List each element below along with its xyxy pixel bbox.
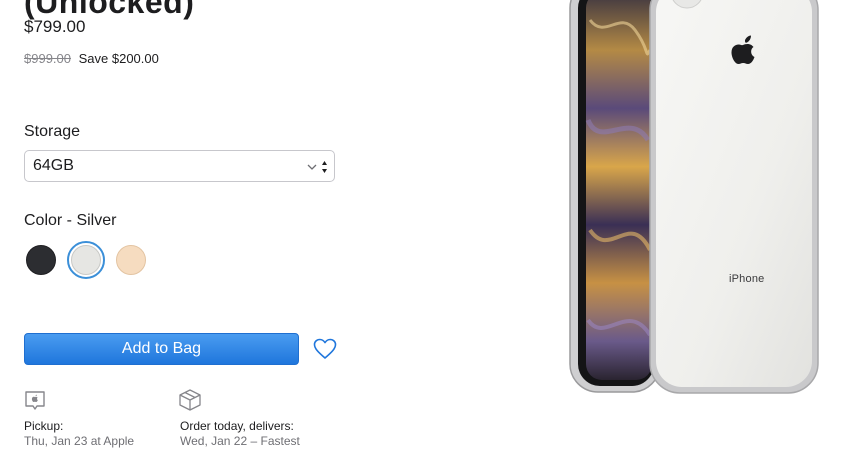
heart-icon[interactable] <box>313 338 337 360</box>
color-swatch-silver[interactable] <box>71 245 101 275</box>
storage-label: Storage <box>24 123 81 140</box>
savings-text: Save $200.00 <box>78 51 159 66</box>
iphone-brand-text: iPhone <box>729 273 765 285</box>
chevron-updown-icon <box>307 161 327 173</box>
iphone-product-image <box>569 0 819 394</box>
storage-selected-value: 64GB <box>33 157 74 174</box>
delivery-heading: Order today, delivers: <box>180 419 294 433</box>
color-swatch-gold[interactable] <box>116 245 146 275</box>
original-price: $999.00 <box>24 51 71 66</box>
add-to-bag-button[interactable]: Add to Bag <box>24 333 299 365</box>
apple-store-icon <box>25 391 45 410</box>
color-swatch-space-gray[interactable] <box>26 245 56 275</box>
pickup-detail[interactable]: Thu, Jan 23 at Apple <box>24 434 134 449</box>
delivery-info: Order today, delivers: Wed, Jan 22 – Fas… <box>180 419 300 449</box>
delivery-detail: Wed, Jan 22 – Fastest <box>180 434 300 448</box>
pickup-heading: Pickup: <box>24 419 64 433</box>
storage-select[interactable]: 64GB <box>24 150 335 182</box>
savings-line: $999.00 Save $200.00 <box>24 51 159 66</box>
color-label: Color - Silver <box>24 212 117 229</box>
current-price: $799.00 <box>24 17 86 36</box>
pickup-info: Pickup: Thu, Jan 23 at Apple <box>24 419 134 449</box>
box-icon <box>179 389 201 411</box>
